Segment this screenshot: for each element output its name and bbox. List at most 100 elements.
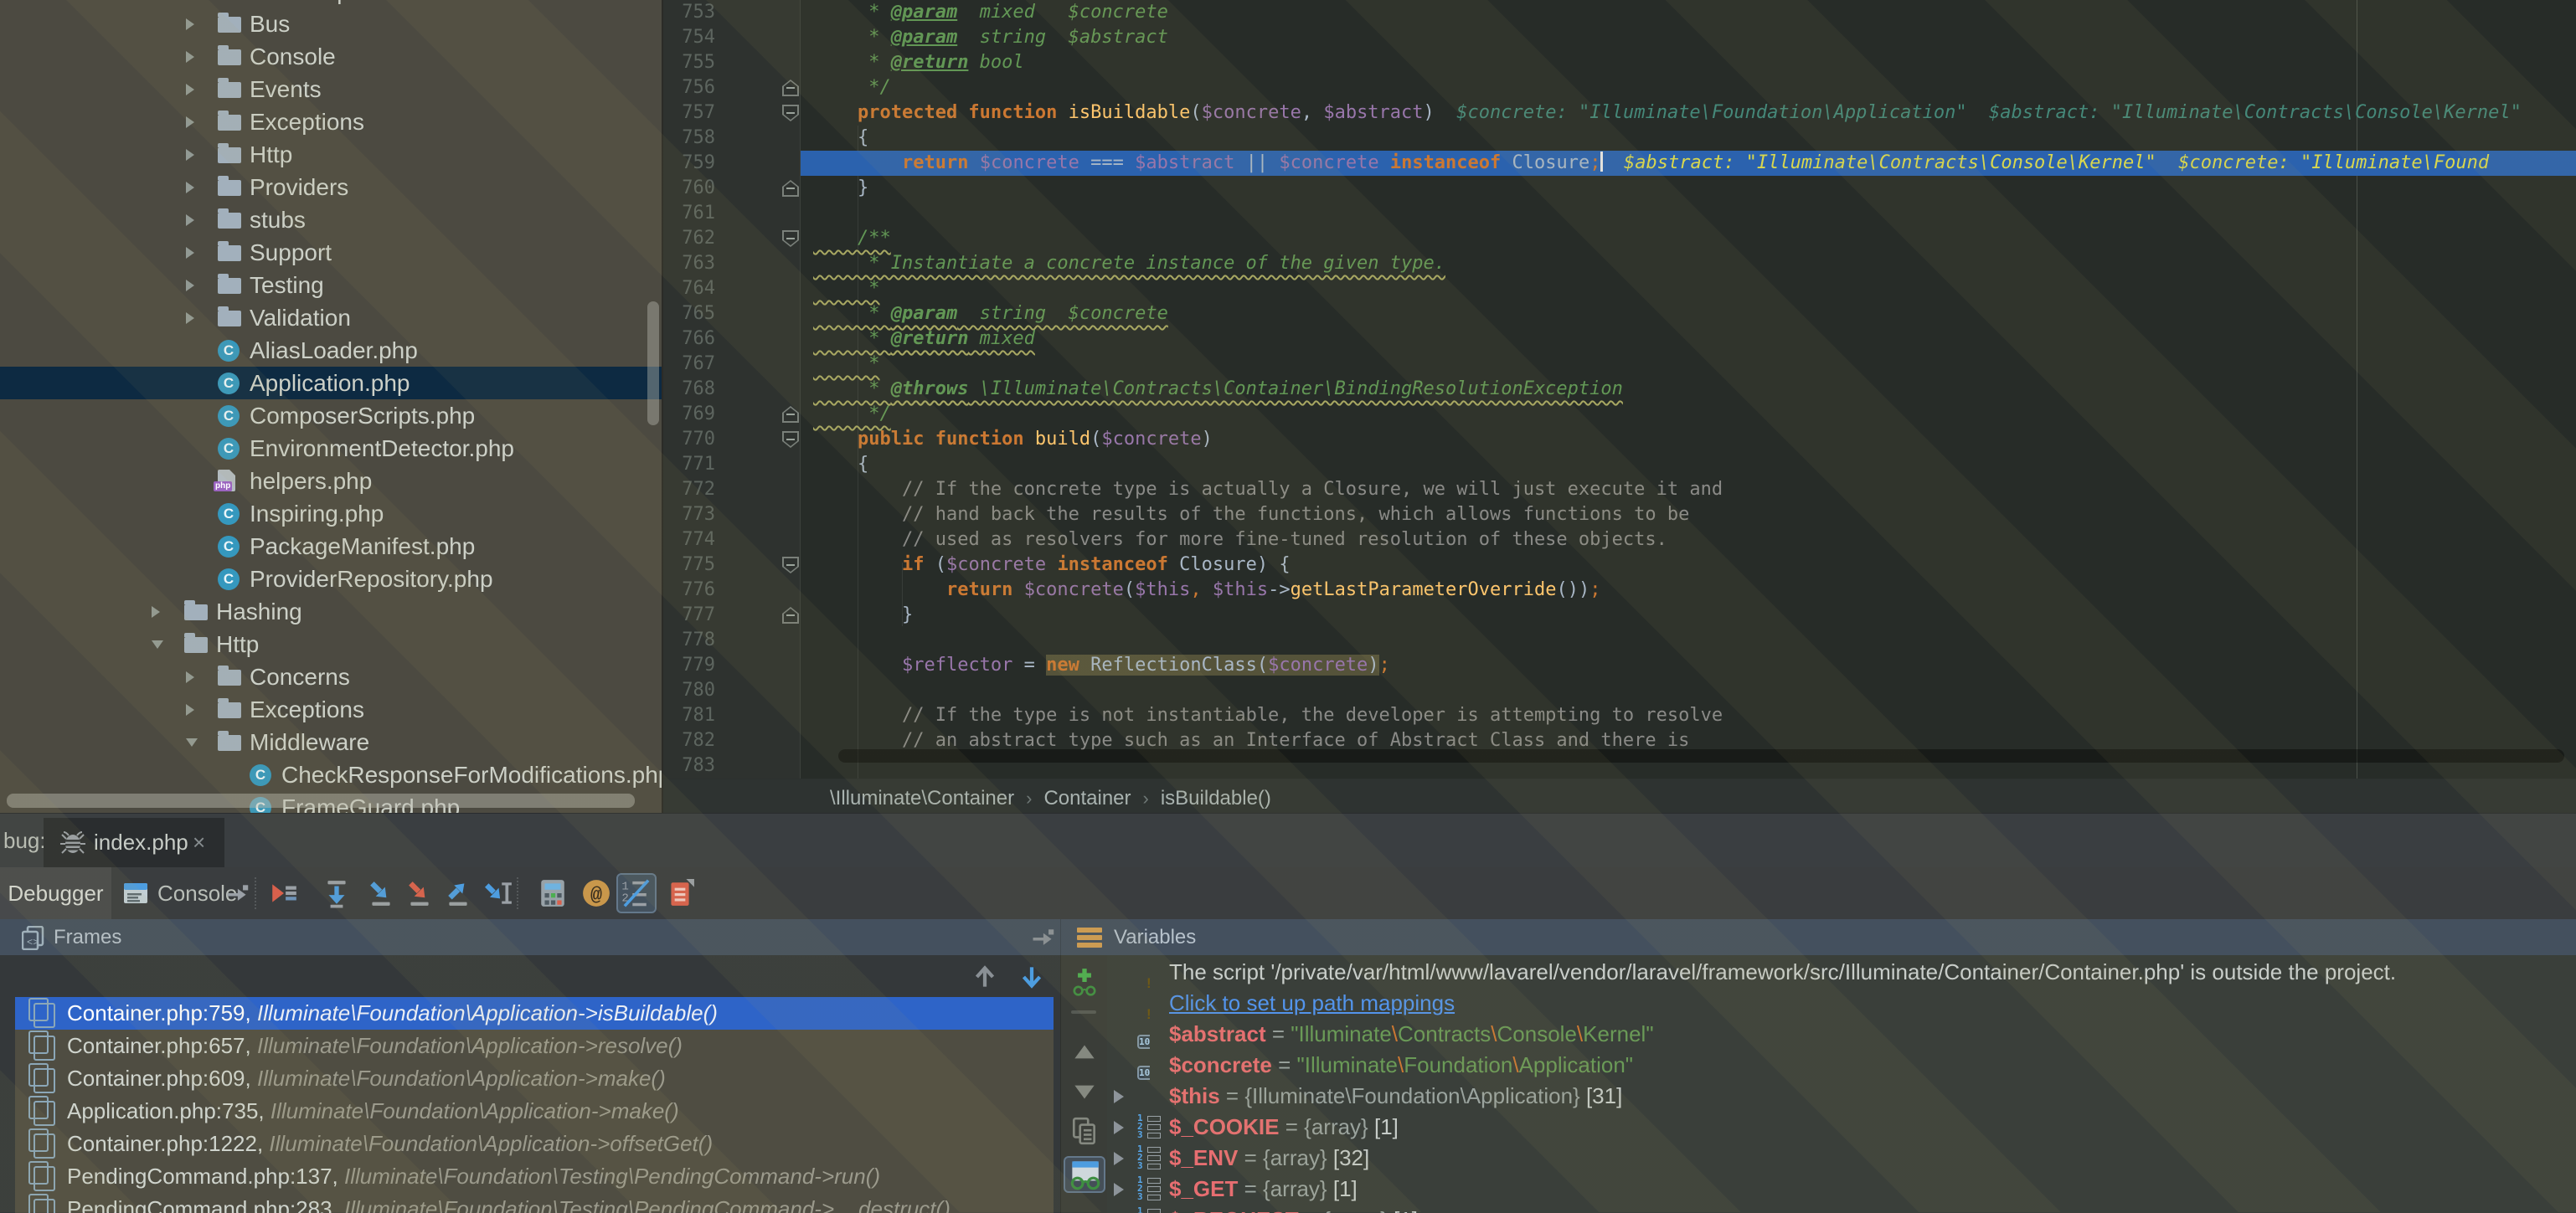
code-line[interactable]: // hand back the results of the function… bbox=[801, 502, 2576, 527]
breadcrumb-namespace[interactable]: \Illuminate\Container bbox=[830, 787, 1014, 810]
tree-item-support[interactable]: Support bbox=[0, 236, 662, 269]
variable-row[interactable]: 1001$concrete = "Illuminate\Foundation\A… bbox=[1107, 1050, 2576, 1081]
toggle-line-numbers-icon[interactable]: 12 bbox=[616, 873, 657, 913]
code-line[interactable]: * @return bool bbox=[801, 50, 2576, 75]
fold-marker-icon[interactable] bbox=[782, 607, 799, 624]
tree-item-validation[interactable]: Validation bbox=[0, 301, 662, 334]
show-watches-icon[interactable] bbox=[1064, 1156, 1105, 1193]
code-line[interactable]: return $concrete($this, $this->getLastPa… bbox=[801, 578, 2576, 603]
frame-row[interactable]: Container.php:759, Illuminate\Foundation… bbox=[15, 997, 1054, 1030]
code-line[interactable]: } bbox=[801, 603, 2576, 628]
tree-item-bootstrap[interactable]: Bootstrap bbox=[0, 0, 662, 8]
tree-item-middleware[interactable]: Middleware bbox=[0, 726, 662, 758]
fold-marker-icon[interactable] bbox=[782, 80, 799, 96]
chevron-collapsed-icon[interactable] bbox=[186, 214, 194, 226]
tree-item-exceptions[interactable]: Exceptions bbox=[0, 693, 662, 726]
code-line[interactable]: * @return mixed bbox=[801, 326, 2576, 352]
variable-row[interactable]: The script '/private/var/html/www/lavare… bbox=[1107, 957, 2576, 988]
tree-item-stubs[interactable]: stubs bbox=[0, 203, 662, 236]
tree-item-console[interactable]: Console bbox=[0, 40, 662, 73]
frame-row[interactable]: PendingCommand.php:283, Illuminate\Found… bbox=[15, 1193, 1054, 1213]
move-up-icon[interactable] bbox=[1069, 1037, 1100, 1067]
frame-row[interactable]: PendingCommand.php:137, Illuminate\Found… bbox=[15, 1160, 1054, 1193]
tree-item-providerrepository-php[interactable]: CProviderRepository.php bbox=[0, 563, 662, 595]
frame-row[interactable]: Container.php:657, Illuminate\Foundation… bbox=[15, 1030, 1054, 1062]
code-line[interactable]: * @param string $abstract bbox=[801, 25, 2576, 50]
chevron-collapsed-icon[interactable] bbox=[186, 182, 194, 193]
code-line[interactable]: // If the concrete type is actually a Cl… bbox=[801, 477, 2576, 502]
variable-row[interactable]: 1001$abstract = "Illuminate\Contracts\Co… bbox=[1107, 1019, 2576, 1050]
tree-item-helpers-php[interactable]: helpers.php bbox=[0, 465, 662, 497]
code-line[interactable] bbox=[801, 678, 2576, 703]
next-frame-icon[interactable] bbox=[1017, 962, 1047, 992]
fold-marker-icon[interactable] bbox=[782, 105, 799, 121]
code-line[interactable]: /** bbox=[801, 226, 2576, 251]
chevron-collapsed-icon[interactable] bbox=[186, 247, 194, 259]
chevron-expanded-icon[interactable] bbox=[186, 738, 198, 747]
tree-item-http[interactable]: Http bbox=[0, 138, 662, 171]
fold-marker-icon[interactable] bbox=[782, 557, 799, 573]
chevron-collapsed-icon[interactable] bbox=[186, 312, 194, 324]
tree-item-exceptions[interactable]: Exceptions bbox=[0, 105, 662, 138]
breadcrumb-class[interactable]: Container bbox=[1043, 787, 1131, 810]
show-execution-point-icon[interactable] bbox=[269, 878, 299, 908]
tree-vertical-scrollbar[interactable] bbox=[647, 301, 659, 425]
tree-item-application-php[interactable]: CApplication.php bbox=[0, 367, 662, 399]
close-icon[interactable]: × bbox=[193, 818, 205, 867]
variable-row[interactable]: $this = {Illuminate\Foundation\Applicati… bbox=[1107, 1081, 2576, 1112]
tree-item-providers[interactable]: Providers bbox=[0, 171, 662, 203]
breadcrumb-method[interactable]: isBuildable() bbox=[1161, 787, 1271, 810]
frame-row[interactable]: Container.php:1222, Illuminate\Foundatio… bbox=[15, 1128, 1054, 1160]
code-line[interactable]: * @throws \Illuminate\Contracts\Containe… bbox=[801, 377, 2576, 402]
hide-frames-icon[interactable] bbox=[1030, 925, 1055, 950]
code-line[interactable] bbox=[801, 201, 2576, 226]
fold-marker-icon[interactable] bbox=[782, 431, 799, 448]
tree-item-concerns[interactable]: Concerns bbox=[0, 660, 662, 693]
scroll-to-end-icon[interactable] bbox=[224, 881, 250, 906]
code-line[interactable]: * @param string $concrete bbox=[801, 301, 2576, 326]
force-step-into-icon[interactable] bbox=[404, 878, 435, 908]
chevron-collapsed-icon[interactable] bbox=[186, 149, 194, 161]
variable-row[interactable]: Click to set up path mappings bbox=[1107, 988, 2576, 1019]
step-into-icon[interactable] bbox=[366, 878, 396, 908]
tree-item-bus[interactable]: Bus bbox=[0, 8, 662, 40]
step-out-icon[interactable] bbox=[443, 878, 473, 908]
tree-horizontal-scrollbar[interactable] bbox=[7, 794, 635, 808]
run-to-cursor-icon[interactable] bbox=[483, 878, 513, 908]
tree-item-composerscripts-php[interactable]: CComposerScripts.php bbox=[0, 399, 662, 432]
expand-icon[interactable] bbox=[1114, 1121, 1124, 1134]
add-watch-icon[interactable] bbox=[1069, 967, 1100, 997]
frame-row[interactable]: Application.php:735, Illuminate\Foundati… bbox=[15, 1095, 1054, 1128]
restore-layout-icon[interactable] bbox=[665, 878, 695, 908]
previous-frame-icon[interactable] bbox=[970, 962, 1000, 992]
fold-marker-icon[interactable] bbox=[782, 230, 799, 247]
tree-item-packagemanifest-php[interactable]: CPackageManifest.php bbox=[0, 530, 662, 563]
variable-row[interactable]: 123$_ENV = {array} [32] bbox=[1107, 1143, 2576, 1174]
frame-row[interactable]: Container.php:609, Illuminate\Foundation… bbox=[15, 1062, 1054, 1095]
tree-item-http[interactable]: Http bbox=[0, 628, 662, 660]
tab-debugger[interactable]: Debugger bbox=[0, 867, 111, 919]
fold-marker-icon[interactable] bbox=[782, 180, 799, 197]
chevron-collapsed-icon[interactable] bbox=[186, 51, 194, 63]
code-editor[interactable]: 7537547557567577587597607617627637647657… bbox=[663, 0, 2576, 779]
chevron-collapsed-icon[interactable] bbox=[186, 84, 194, 95]
tree-item-checkresponseformodifications-php[interactable]: CCheckResponseForModifications.php bbox=[0, 758, 662, 791]
code-line[interactable]: if ($concrete instanceof Closure) { bbox=[801, 553, 2576, 578]
chevron-collapsed-icon[interactable] bbox=[186, 704, 194, 716]
step-over-icon[interactable] bbox=[322, 878, 352, 908]
tree-item-hashing[interactable]: Hashing bbox=[0, 595, 662, 628]
code-line[interactable]: $reflector = new ReflectionClass($concre… bbox=[801, 653, 2576, 678]
code-line[interactable] bbox=[801, 628, 2576, 653]
copy-icon[interactable] bbox=[1069, 1116, 1100, 1146]
code-line[interactable]: } bbox=[801, 176, 2576, 201]
show-values-inline-icon[interactable]: @ bbox=[581, 878, 611, 908]
chevron-collapsed-icon[interactable] bbox=[186, 280, 194, 291]
evaluate-expression-icon[interactable] bbox=[538, 878, 568, 908]
code-line[interactable]: * bbox=[801, 276, 2576, 301]
tree-item-testing[interactable]: Testing bbox=[0, 269, 662, 301]
session-tab-index-php[interactable]: index.php × bbox=[44, 818, 224, 867]
code-line[interactable]: */ bbox=[801, 402, 2576, 427]
editor-code-area[interactable]: * @param mixed $concrete * @param string… bbox=[801, 0, 2576, 779]
expand-icon[interactable] bbox=[1114, 1183, 1124, 1196]
chevron-collapsed-icon[interactable] bbox=[152, 606, 160, 618]
